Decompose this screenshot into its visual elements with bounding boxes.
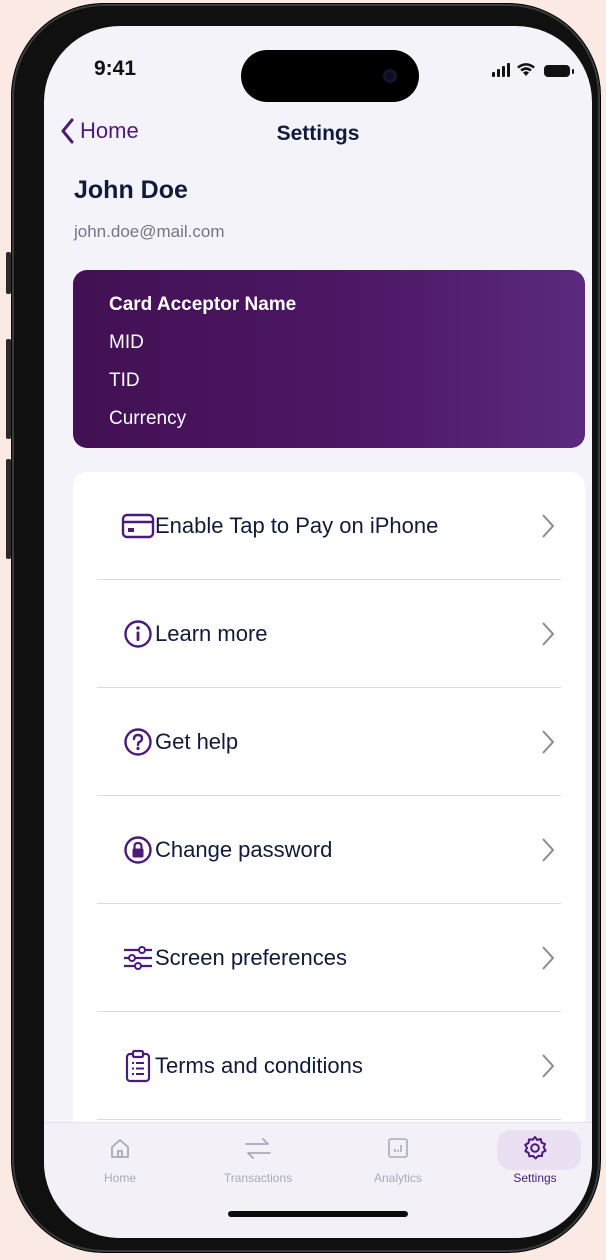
screen: 9:41 Home Settings John Doe john.doe@mai… bbox=[44, 26, 592, 1238]
menu-item-label: Get help bbox=[155, 728, 239, 754]
tab-transactions[interactable]: Transactions bbox=[198, 1131, 318, 1195]
tab-bar: Home Transactions Analytics Settings bbox=[44, 1122, 592, 1238]
menu-item-label: Change password bbox=[155, 836, 333, 862]
menu-item-screen-preferences[interactable]: Screen preferences bbox=[73, 904, 585, 1011]
chevron-right-icon bbox=[542, 729, 555, 754]
clipboard-icon bbox=[120, 1048, 156, 1084]
tab-label: Analytics bbox=[373, 1171, 423, 1185]
battery-icon bbox=[544, 65, 574, 77]
question-icon bbox=[120, 724, 156, 760]
status-time: 9:41 bbox=[94, 57, 137, 80]
chevron-right-icon bbox=[542, 621, 555, 646]
lock-icon bbox=[120, 832, 156, 868]
menu-item-change-password[interactable]: Change password bbox=[73, 796, 585, 903]
info-icon bbox=[120, 616, 156, 652]
phone-frame: 9:41 Home Settings John Doe john.doe@mai… bbox=[6, 4, 600, 1252]
chevron-right-icon bbox=[542, 513, 555, 538]
menu-item-label: Enable Tap to Pay on iPhone bbox=[155, 512, 439, 538]
page-title: Settings bbox=[276, 122, 360, 145]
menu-item-label: Screen preferences bbox=[155, 944, 347, 970]
menu-item-get-help[interactable]: Get help bbox=[73, 688, 585, 795]
volume-down-button bbox=[6, 459, 11, 559]
menu-item-terms[interactable]: Terms and conditions bbox=[73, 1012, 585, 1119]
camera-icon bbox=[383, 69, 397, 83]
tab-label: Settings bbox=[513, 1171, 557, 1185]
settings-menu: Enable Tap to Pay on iPhone Learn more G… bbox=[73, 472, 585, 1132]
tab-home[interactable]: Home bbox=[60, 1131, 180, 1195]
signal-icon bbox=[492, 63, 510, 77]
arrows-icon bbox=[198, 1131, 318, 1165]
divider bbox=[97, 1119, 561, 1120]
menu-item-tap-to-pay[interactable]: Enable Tap to Pay on iPhone bbox=[73, 472, 585, 579]
menu-item-label: Terms and conditions bbox=[155, 1052, 363, 1078]
tid-label: TID bbox=[109, 370, 140, 391]
mid-label: MID bbox=[109, 332, 144, 353]
chevron-right-icon bbox=[542, 1053, 555, 1078]
gear-icon bbox=[475, 1131, 592, 1165]
tab-analytics[interactable]: Analytics bbox=[338, 1131, 458, 1195]
chevron-right-icon bbox=[542, 945, 555, 970]
volume-up-button bbox=[6, 339, 11, 439]
wifi-icon bbox=[517, 63, 535, 76]
menu-item-learn-more[interactable]: Learn more bbox=[73, 580, 585, 687]
status-icons bbox=[492, 62, 574, 77]
chevron-right-icon bbox=[542, 837, 555, 862]
tab-label: Transactions bbox=[223, 1171, 293, 1185]
currency-label: Currency bbox=[109, 408, 187, 429]
menu-item-label: Learn more bbox=[155, 620, 268, 646]
card-acceptor-name: Card Acceptor Name bbox=[109, 294, 297, 315]
card-icon bbox=[120, 508, 156, 544]
profile-email: john.doe@mail.com bbox=[74, 222, 225, 241]
sliders-icon bbox=[120, 940, 156, 976]
mute-switch bbox=[6, 252, 11, 294]
tab-label: Home bbox=[103, 1171, 136, 1185]
status-bar: 9:41 bbox=[44, 26, 592, 126]
home-indicator bbox=[228, 1211, 408, 1217]
chart-icon bbox=[338, 1131, 458, 1165]
merchant-info-card: Card Acceptor Name MID TID Currency bbox=[73, 270, 585, 448]
dynamic-island bbox=[241, 50, 419, 102]
tab-settings[interactable]: Settings bbox=[475, 1130, 592, 1195]
profile-name: John Doe bbox=[74, 176, 188, 204]
home-icon bbox=[60, 1131, 180, 1165]
